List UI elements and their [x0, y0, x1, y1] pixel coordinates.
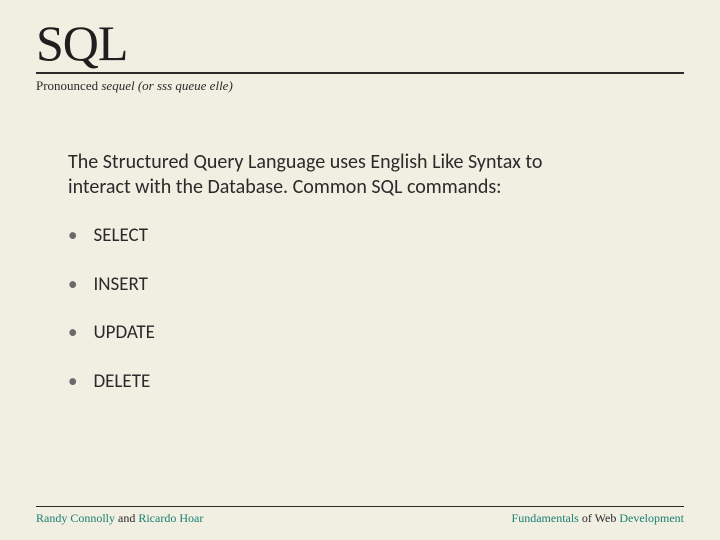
list-item-label: UPDATE [93, 321, 154, 346]
list-item-label: INSERT [93, 273, 147, 298]
footer-text: Development [619, 511, 684, 525]
bullet-icon: • [68, 370, 77, 395]
subtitle-italic: sequel [101, 78, 134, 93]
subtitle: Pronounced sequel (or sss queue elle) [36, 78, 684, 94]
list-item: • UPDATE [68, 321, 684, 346]
subtitle-italic: sss queue elle) [157, 78, 233, 93]
footer-text: Fundamentals [512, 511, 579, 525]
bullet-icon: • [68, 273, 77, 298]
bullet-icon: • [68, 321, 77, 346]
footer-right: Fundamentals of Web Development [512, 511, 684, 526]
bullet-icon: • [68, 224, 77, 249]
list-item-label: DELETE [93, 370, 150, 395]
footer-text: of Web [579, 511, 619, 525]
list-item: • INSERT [68, 273, 684, 298]
footer-text: and [115, 511, 138, 525]
command-list: • SELECT • INSERT • UPDATE • DELETE [68, 224, 684, 395]
author-name: Ricardo Hoar [138, 511, 203, 525]
footer: Randy Connolly and Ricardo Hoar Fundamen… [36, 506, 684, 526]
subtitle-part: (or [135, 78, 157, 93]
author-name: Randy Connolly [36, 511, 115, 525]
list-item: • DELETE [68, 370, 684, 395]
subtitle-part: Pronounced [36, 78, 101, 93]
list-item-label: SELECT [93, 224, 148, 249]
page-title: SQL [36, 14, 684, 72]
footer-left: Randy Connolly and Ricardo Hoar [36, 511, 203, 526]
list-item: • SELECT [68, 224, 684, 249]
body-paragraph: The Structured Query Language uses Engli… [68, 150, 608, 200]
footer-rule [36, 506, 684, 507]
